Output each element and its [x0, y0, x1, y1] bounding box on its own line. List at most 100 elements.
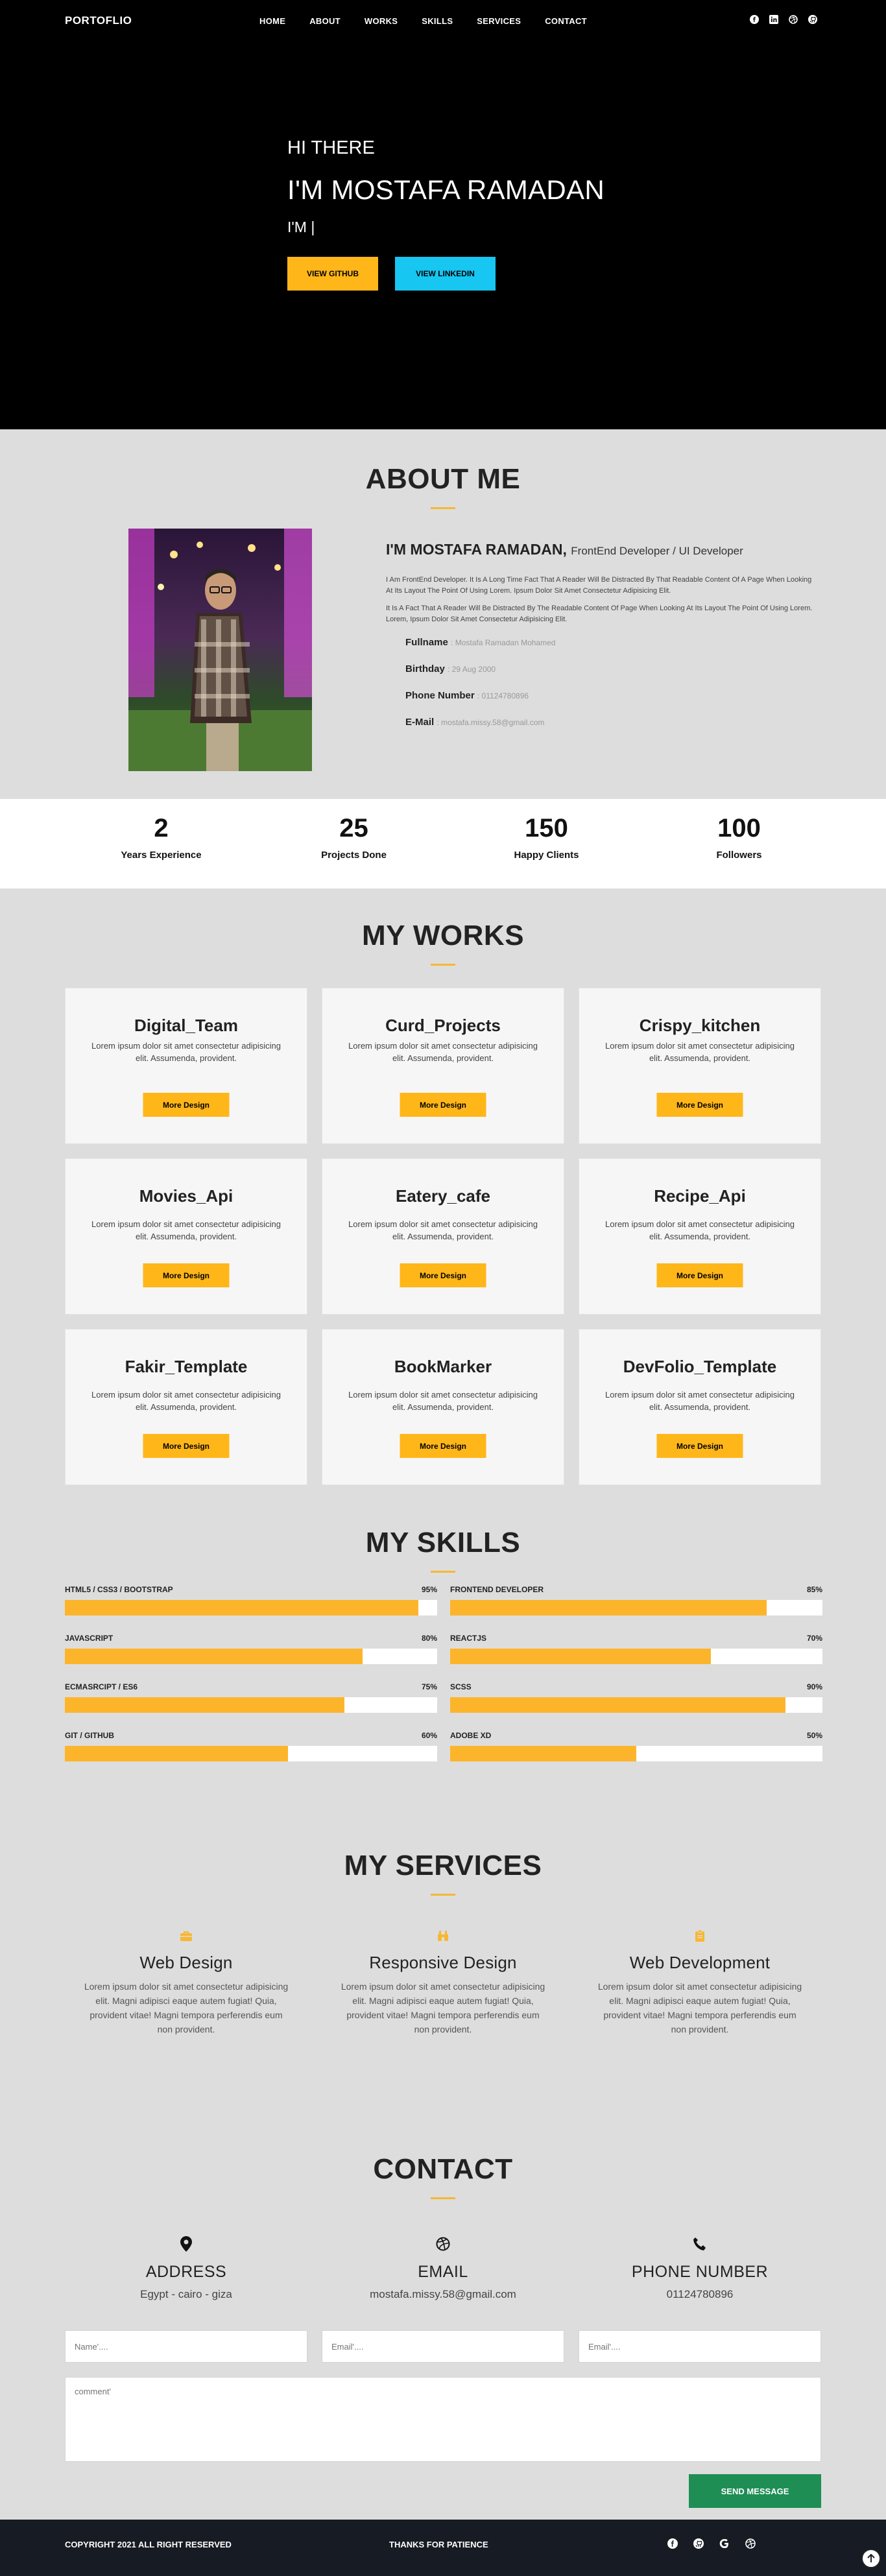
- comment-textarea[interactable]: [65, 2377, 821, 2462]
- work-desc: Lorem ipsum dolor sit amet consectetur a…: [348, 1390, 538, 1412]
- work-desc: Lorem ipsum dolor sit amet consectetur a…: [91, 1390, 281, 1412]
- name-input[interactable]: [65, 2330, 307, 2363]
- stat-experience: 2 Years Experience: [65, 799, 257, 888]
- linkedin-icon[interactable]: [769, 14, 778, 24]
- fact-value: : 29 Aug 2000: [448, 665, 496, 674]
- phone-icon: [579, 2234, 821, 2254]
- hero-content: HI THERE I'M MOSTAFA RAMADAN I'M | VIEW …: [287, 137, 605, 291]
- dribbble-icon[interactable]: [745, 2538, 756, 2549]
- skill-percent: 75%: [421, 1682, 437, 1691]
- more-design-button[interactable]: More Design: [656, 1263, 743, 1287]
- contact-email: EMAIL mostafa.missy.58@gmail.com: [322, 2234, 564, 2301]
- contact-section: CONTACT ADDRESS Egypt - cairo - giza EMA…: [0, 2145, 886, 2520]
- github-icon[interactable]: [808, 14, 817, 24]
- google-icon[interactable]: [719, 2538, 730, 2549]
- work-desc: Lorem ipsum dolor sit amet consectetur a…: [348, 1041, 538, 1063]
- stat-clients: 150 Happy Clients: [450, 799, 643, 888]
- stats-section: 2 Years Experience 25 Projects Done 150 …: [0, 799, 886, 888]
- skill-bar-fill: [450, 1746, 636, 1761]
- work-title: Fakir_Template: [125, 1357, 248, 1376]
- work-card: Fakir_Template Lorem ipsum dolor sit amet…: [65, 1329, 307, 1485]
- fact-value: : 01124780896: [477, 691, 529, 700]
- contact-item-title: PHONE NUMBER: [631, 2263, 769, 2281]
- nav-links: HOME ABOUT WORKS SKILLS SERVICES CONTACT: [259, 16, 611, 26]
- nav-link-contact[interactable]: CONTACT: [545, 16, 587, 26]
- work-card: Eatery_cafe Lorem ipsum dolor sit amet co…: [322, 1158, 564, 1315]
- work-title: Digital_Team: [134, 1016, 238, 1035]
- work-title: BookMarker: [394, 1357, 492, 1376]
- skill-name: SCSS: [450, 1682, 472, 1691]
- work-card: Recipe_Api Lorem ipsum dolor sit amet con…: [579, 1158, 821, 1315]
- more-design-button[interactable]: More Design: [400, 1263, 486, 1287]
- contact-phone: PHONE NUMBER 01124780896: [579, 2234, 821, 2301]
- more-design-button[interactable]: More Design: [400, 1434, 486, 1458]
- about-info: I'M MOSTAFA RAMADAN, FrontEnd Developer …: [386, 541, 814, 743]
- hero-greeting: HI THERE: [287, 137, 375, 158]
- nav-social: [749, 14, 817, 24]
- nav-link-services[interactable]: SERVICES: [477, 16, 521, 26]
- nav-link-works[interactable]: WORKS: [365, 16, 398, 26]
- title-underline: [431, 1571, 455, 1573]
- fact-birthday: Birthday : 29 Aug 2000: [405, 663, 814, 674]
- service-desc: Lorem ipsum dolor sit amet consectetur a…: [597, 1981, 802, 2034]
- skill-item: HTML5 / CSS3 / BOOTSTRAP 95%: [65, 1585, 437, 1616]
- services-title: MY SERVICES: [344, 1850, 542, 1881]
- more-design-button[interactable]: More Design: [656, 1093, 743, 1117]
- skill-percent: 95%: [421, 1585, 437, 1594]
- service-responsive-design: Responsive Design Lorem ipsum dolor sit …: [322, 1927, 564, 2036]
- skill-percent: 60%: [421, 1731, 437, 1740]
- clipboard-icon: [579, 1927, 821, 1945]
- facebook-icon[interactable]: [749, 14, 759, 24]
- service-web-development: Web Development Lorem ipsum dolor sit am…: [579, 1927, 821, 2036]
- title-underline: [431, 507, 455, 509]
- contact-item-value: 01124780896: [666, 2288, 734, 2300]
- skill-bar: [450, 1697, 822, 1713]
- more-design-button[interactable]: More Design: [656, 1434, 743, 1458]
- more-design-button[interactable]: More Design: [143, 1434, 230, 1458]
- skill-item: REACTJS 70%: [450, 1634, 822, 1664]
- skill-item: GIT / GITHUB 60%: [65, 1731, 437, 1761]
- contact-title: CONTACT: [373, 2153, 513, 2185]
- skill-item: SCSS 90%: [450, 1682, 822, 1713]
- works-section: MY WORKS Digital_Team Lorem ipsum dolor s…: [0, 888, 886, 1505]
- hero-section: PORTOFLIO HOME ABOUT WORKS SKILLS SERVIC…: [0, 0, 886, 429]
- facebook-icon[interactable]: [667, 2538, 678, 2549]
- about-subtitle: FrontEnd Developer / UI Developer: [571, 545, 743, 557]
- skill-bar-fill: [65, 1600, 419, 1616]
- service-title: Web Development: [629, 1953, 771, 1972]
- brand-logo[interactable]: PORTOFLIO: [65, 14, 132, 27]
- scroll-to-top-button[interactable]: [861, 2549, 881, 2568]
- stat-label: Followers: [716, 850, 762, 861]
- about-facts: Fullname : Mostafa Ramadan Mohamed Birth…: [405, 637, 814, 728]
- more-design-button[interactable]: More Design: [143, 1093, 230, 1117]
- nav-link-home[interactable]: HOME: [259, 16, 285, 26]
- email-input[interactable]: [322, 2330, 564, 2363]
- nav-link-skills[interactable]: SKILLS: [422, 16, 453, 26]
- skill-percent: 80%: [421, 1634, 437, 1643]
- nav-link-about[interactable]: ABOUT: [309, 16, 341, 26]
- send-message-button[interactable]: SEND MESSAGE: [689, 2474, 821, 2508]
- service-desc: Lorem ipsum dolor sit amet consectetur a…: [84, 1981, 289, 2034]
- skills-title: MY SKILLS: [365, 1527, 521, 1558]
- profile-photo: [128, 529, 312, 771]
- skill-bar-fill: [450, 1600, 767, 1616]
- work-card: Movies_Api Lorem ipsum dolor sit amet con…: [65, 1158, 307, 1315]
- work-title: Curd_Projects: [385, 1016, 501, 1035]
- email-input-secondary[interactable]: [579, 2330, 821, 2363]
- footer: COPYRIGHT 2021 ALL RIGHT RESERVED THANKS…: [0, 2520, 886, 2576]
- fact-label: Fullname: [405, 637, 448, 648]
- contact-info-row: ADDRESS Egypt - cairo - giza EMAIL mosta…: [65, 2234, 821, 2301]
- view-linkedin-button[interactable]: VIEW LINKEDIN: [395, 257, 496, 291]
- more-design-button[interactable]: More Design: [400, 1093, 486, 1117]
- skill-name: HTML5 / CSS3 / BOOTSTRAP: [65, 1585, 173, 1594]
- contact-address: ADDRESS Egypt - cairo - giza: [65, 2234, 307, 2301]
- map-pin-icon: [65, 2234, 307, 2254]
- briefcase-icon: [65, 1927, 307, 1945]
- title-underline: [431, 1894, 455, 1896]
- service-web-design: Web Design Lorem ipsum dolor sit amet co…: [65, 1927, 307, 2036]
- more-design-button[interactable]: More Design: [143, 1263, 230, 1287]
- dribbble-icon[interactable]: [788, 14, 798, 24]
- view-github-button[interactable]: VIEW GITHUB: [287, 257, 378, 291]
- hero-typed-role: I'M |: [287, 219, 315, 235]
- github-icon[interactable]: [693, 2538, 704, 2549]
